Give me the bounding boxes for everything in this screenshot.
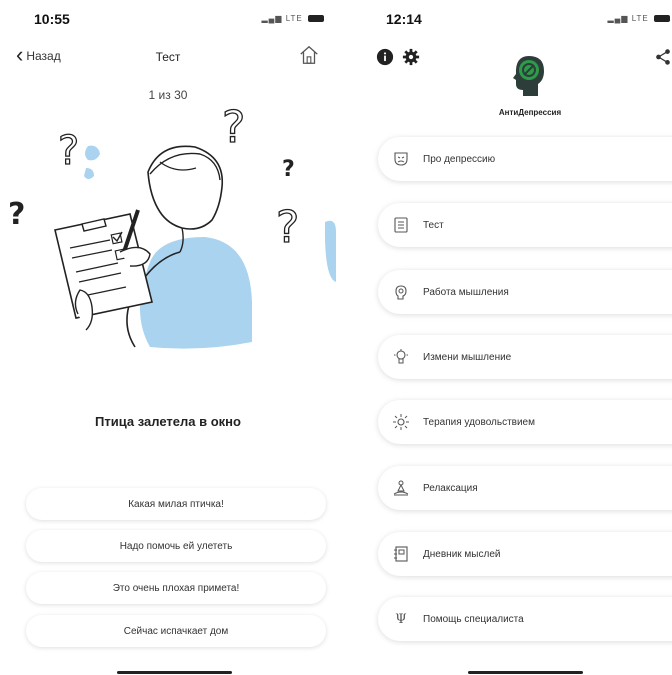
test-screen: 10:55 ▂▄▆ LTE ‹ Назад Тест 1 из 30 ? ? ?… (0, 0, 336, 675)
status-time: 10:55 (34, 11, 70, 27)
menu-item-label: Дневник мыслей (423, 548, 501, 560)
question-counter: 1 из 30 (148, 88, 188, 102)
svg-text:?: ? (282, 157, 295, 182)
menu-item-test[interactable]: Тест (378, 203, 672, 247)
menu-item-label: Тест (423, 219, 444, 231)
chevron-left-icon: ‹ (16, 41, 24, 67)
menu-item-label: Работа мышления (423, 286, 509, 298)
share-icon[interactable] (654, 48, 672, 66)
status-bar: 10:55 ▂▄▆ LTE (0, 0, 336, 36)
checklist-icon (393, 217, 409, 233)
svg-text:?: ? (276, 202, 299, 253)
signal-icon: ▂▄▆ (261, 14, 283, 23)
test-illustration: ? ? ? ? ? (8, 102, 336, 349)
home-icon[interactable] (298, 44, 320, 66)
answer-option-3[interactable]: Это очень плохая примета! (26, 572, 326, 604)
home-indicator (468, 671, 583, 674)
svg-text:?: ? (222, 102, 245, 153)
battery-icon (654, 15, 670, 23)
menu-item-label: Помощь специалиста (423, 613, 524, 625)
status-time: 12:14 (386, 11, 422, 27)
svg-text:?: ? (58, 128, 79, 174)
home-indicator (117, 671, 232, 674)
meditation-icon (393, 480, 409, 496)
network-type: LTE (285, 14, 303, 23)
app-name: АнтиДепрессия (498, 108, 562, 117)
network-indicator: ▂▄▆ LTE (607, 14, 670, 23)
menu-item-label: Про депрессию (423, 153, 496, 165)
psi-icon: Ψ (395, 611, 407, 627)
network-type: LTE (631, 14, 649, 23)
lightbulb-icon (393, 349, 409, 365)
answer-option-4[interactable]: Сейчас испачкает дом (26, 615, 326, 647)
answer-option-1[interactable]: Какая милая птичка! (26, 488, 326, 520)
notebook-icon (393, 546, 409, 562)
menu-item-change-thinking[interactable]: Измени мышление (378, 335, 672, 379)
back-label: Назад (26, 49, 61, 63)
gear-icon[interactable] (402, 48, 420, 66)
sun-icon (393, 414, 409, 430)
brain-gear-icon (393, 284, 409, 300)
menu-item-label: Терапия удовольствием (423, 416, 535, 428)
menu-item-relaxation[interactable]: Релаксация (378, 466, 672, 510)
signal-icon: ▂▄▆ (607, 14, 629, 23)
svg-text:?: ? (8, 197, 25, 232)
app-logo-icon (513, 56, 544, 96)
menu-item-thought-diary[interactable]: Дневник мыслей (378, 532, 672, 576)
menu-item-label: Измени мышление (423, 351, 512, 363)
status-bar: 12:14 ▂▄▆ LTE (336, 0, 672, 36)
menu-item-specialist-help[interactable]: Ψ Помощь специалиста (378, 597, 672, 641)
menu-item-about-depression[interactable]: Про депрессию (378, 137, 672, 181)
menu-item-thinking-work[interactable]: Работа мышления (378, 270, 672, 314)
menu-item-label: Релаксация (423, 482, 478, 494)
answer-option-2[interactable]: Надо помочь ей улететь (26, 530, 326, 562)
main-menu-screen: 12:14 ▂▄▆ LTE АнтиДепрессия Про депресси… (336, 0, 672, 675)
network-indicator: ▂▄▆ LTE (261, 14, 324, 23)
battery-icon (308, 15, 324, 23)
question-text: Птица залетела в окно (95, 414, 241, 429)
mask-icon (393, 151, 409, 167)
info-icon[interactable] (376, 48, 394, 66)
back-button[interactable]: ‹ Назад (16, 41, 61, 67)
menu-item-pleasure-therapy[interactable]: Терапия удовольствием (378, 400, 672, 444)
